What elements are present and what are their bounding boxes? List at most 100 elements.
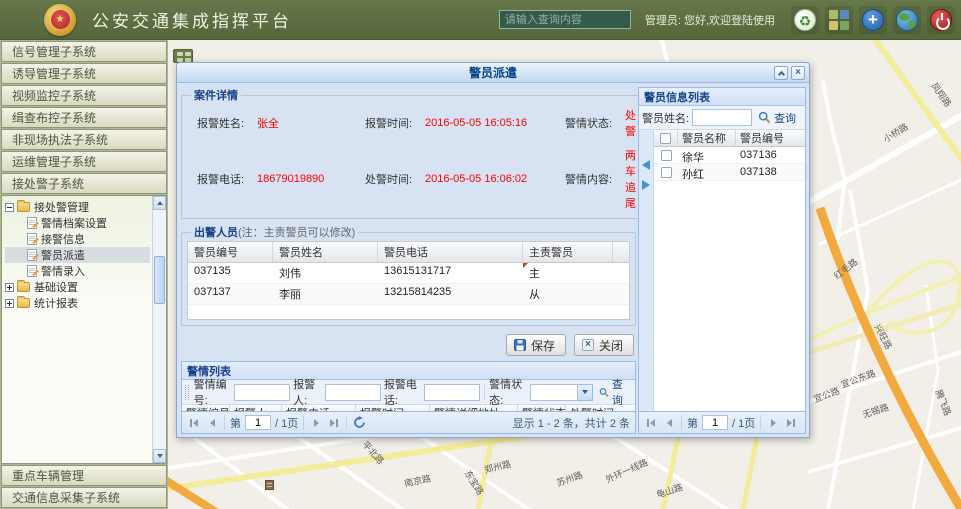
col-officer-id[interactable]: 警员编号 (736, 130, 805, 146)
last-page-button[interactable] (784, 415, 798, 431)
field-value: 2016-05-05 16:05:16 (425, 117, 565, 129)
close-button[interactable]: 关闭 (574, 334, 634, 356)
officers-table: 警员编号 警员姓名 警员电话 主责警员 037135 刘伟 1361513171… (187, 241, 630, 320)
officer-grid-header: 警员名称 警员编号 (654, 130, 805, 147)
col-officer-phone[interactable]: 警员电话 (378, 242, 523, 262)
sidebar-item-investigation[interactable]: 缉查布控子系统 (1, 107, 167, 128)
first-page-button[interactable] (644, 415, 658, 431)
status-select[interactable] (530, 384, 593, 401)
filter-label-no: 警情编号: (194, 376, 232, 408)
refresh-button[interactable] (352, 415, 366, 431)
tree-folder-statistics[interactable]: 统计报表 (5, 295, 150, 311)
checkbox-icon[interactable] (661, 150, 672, 161)
col-officer-id[interactable]: 警员编号 (188, 242, 273, 262)
scroll-thumb[interactable] (154, 256, 165, 304)
sidebar-item-guidance[interactable]: 诱导管理子系统 (1, 63, 167, 84)
tree-folder-label: 基础设置 (34, 279, 78, 295)
save-button[interactable]: 保存 (506, 334, 566, 356)
alarm-pager: 第 / 1页 显示 1 - 2 条，共计 2 条 (182, 411, 635, 433)
move-left-arrow[interactable] (642, 160, 650, 170)
folder-icon (17, 202, 30, 212)
col-primary-officer[interactable]: 主责警员 (523, 242, 613, 262)
query-label: 查询 (612, 376, 629, 408)
building-icon (265, 480, 274, 490)
tree-scrollbar[interactable] (152, 196, 166, 463)
refresh-button[interactable]: ♻ (791, 6, 819, 34)
officer-id-cell: 037137 (188, 284, 273, 304)
sidebar: 信号管理子系统 诱导管理子系统 视频监控子系统 缉查布控子系统 非现场执法子系统… (0, 40, 168, 509)
legend-note: (注：主责警员可以修改) (238, 227, 355, 239)
officer-query-button[interactable]: 查询 (755, 109, 799, 127)
move-right-arrow[interactable] (642, 180, 650, 190)
sidebar-item-ops[interactable]: 运维管理子系统 (1, 151, 167, 172)
prev-page-button[interactable] (662, 415, 676, 431)
badge-star-icon: ★ (51, 10, 70, 29)
checkbox-icon[interactable] (660, 133, 671, 144)
tree-folder-basic-settings[interactable]: 基础设置 (5, 279, 150, 295)
alarm-no-input[interactable] (234, 384, 290, 401)
police-badge-logo: ★ (44, 4, 76, 36)
scroll-up-button[interactable] (153, 196, 166, 210)
collapse-dialog-button[interactable] (774, 66, 788, 80)
select-all-checkbox-cell[interactable] (654, 130, 678, 146)
caller-input[interactable] (325, 384, 381, 401)
field-label: 报警姓名: (197, 115, 257, 131)
global-search-input[interactable] (499, 10, 631, 29)
sidebar-item-key-vehicles[interactable]: 重点车辆管理 (1, 465, 167, 486)
officer-phone-cell: 13215814235 (378, 284, 523, 304)
dialog-titlebar[interactable]: 警员派遣 (177, 63, 809, 83)
officer-name-input[interactable] (692, 109, 752, 126)
logout-button[interactable] (927, 6, 955, 34)
col-officer-name[interactable]: 警员名称 (678, 130, 736, 146)
close-dialog-button[interactable] (791, 66, 805, 80)
add-button[interactable]: + (859, 6, 887, 34)
tree-item-alarm-archive[interactable]: 警情档案设置 (5, 215, 150, 231)
dialog-body: 案件详情 报警姓名: 张全 报警时间: 2016-05-05 16:05:16 … (177, 83, 809, 437)
tree-folder-dispatch-mgmt[interactable]: 接处警管理 (5, 199, 150, 215)
officer-row[interactable]: 037135 刘伟 13615131717 主 (188, 263, 629, 284)
first-page-button[interactable] (187, 415, 201, 431)
officer-dispatch-dialog: 警员派遣 案件详情 报警姓名: 张全 报警时间: 2016-05-05 16:0… (176, 62, 810, 438)
next-page-button[interactable] (766, 415, 780, 431)
sidebar-item-signal[interactable]: 信号管理子系统 (1, 41, 167, 62)
officer-role-cell[interactable]: 从 (523, 284, 613, 304)
officer-role-cell[interactable]: 主 (523, 263, 613, 283)
officers-table-header: 警员编号 警员姓名 警员电话 主责警员 (188, 242, 629, 263)
prev-page-button[interactable] (205, 415, 219, 431)
officer-row[interactable]: 037137 李丽 13215814235 从 (188, 284, 629, 305)
officer-info-row[interactable]: 孙红 037138 (654, 164, 805, 181)
page-number-input[interactable] (245, 415, 271, 430)
checkbox-icon[interactable] (661, 167, 672, 178)
tree-item-alarm-entry[interactable]: 警情录入 (5, 263, 150, 279)
dispatched-officers-legend: 出警人员(注：主责警员可以修改) (191, 224, 358, 240)
row-checkbox-cell[interactable] (654, 147, 678, 163)
application-window: 小桥路 凤翔路 红毛路 兴旺路 宜公东路 宜公路 无锡路 腾飞路 平北路 南京路… (0, 0, 961, 509)
expand-icon[interactable] (5, 283, 14, 292)
chevron-down-icon[interactable] (578, 384, 593, 401)
field-value: 两车追尾 (625, 147, 636, 211)
last-page-button[interactable] (327, 415, 341, 431)
row-checkbox-cell[interactable] (654, 164, 678, 180)
app-title: 公安交通集成指挥平台 (92, 7, 292, 32)
sidebar-item-offsite[interactable]: 非现场执法子系统 (1, 129, 167, 150)
scroll-down-button[interactable] (153, 449, 166, 463)
alarm-query-button[interactable]: 查询 (596, 375, 632, 409)
map-grid-button[interactable] (173, 49, 193, 63)
expand-icon[interactable] (5, 299, 14, 308)
tree-item-officer-dispatch[interactable]: 警员派遣 (5, 247, 150, 263)
tree-item-alarm-info[interactable]: 接警信息 (5, 231, 150, 247)
sidebar-item-video[interactable]: 视频监控子系统 (1, 85, 167, 106)
sidebar-item-traffic-info[interactable]: 交通信息采集子系统 (1, 487, 167, 508)
layers-button[interactable] (825, 6, 853, 34)
filter-label-phone: 报警电话: (384, 376, 422, 408)
tree-item-label: 接警信息 (41, 231, 85, 247)
sidebar-item-dispatch[interactable]: 接处警子系统 (1, 173, 167, 194)
map-view-button[interactable] (893, 6, 921, 34)
next-page-button[interactable] (309, 415, 323, 431)
page-count: / 1页 (275, 415, 298, 431)
collapse-icon[interactable] (5, 203, 14, 212)
officer-info-row[interactable]: 徐华 037136 (654, 147, 805, 164)
phone-input[interactable] (424, 384, 480, 401)
col-officer-name[interactable]: 警员姓名 (273, 242, 378, 262)
page-number-input[interactable] (702, 415, 728, 430)
